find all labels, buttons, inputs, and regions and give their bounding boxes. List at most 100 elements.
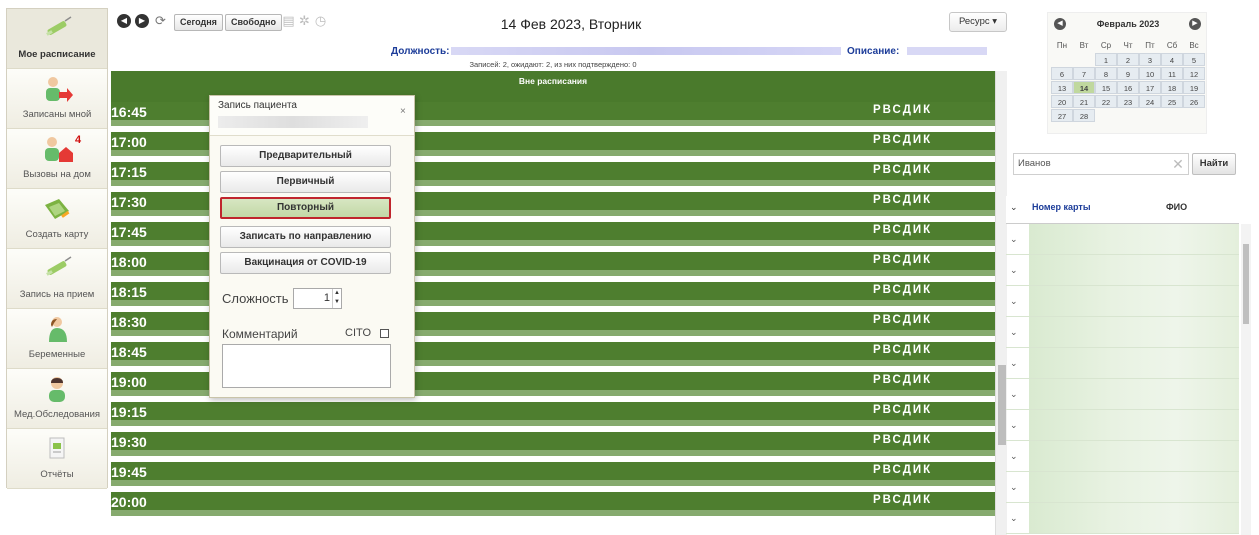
chevron-down-icon[interactable]: ⌄ [1010,358,1018,369]
find-button[interactable]: Найти [1192,153,1236,175]
calendar-day[interactable]: 8 [1095,67,1117,80]
calendar-day[interactable]: 17 [1139,81,1161,94]
calendar-day[interactable]: 6 [1051,67,1073,80]
calendar-day[interactable]: 27 [1051,109,1073,122]
chevron-down-icon[interactable]: ⌄ [1010,327,1018,338]
schedule-toolbar: ◀ ▶ ⟳ Сегодня Свободно ▤ ✲ ◷ 14 Фев 2023… [111,8,1007,41]
calendar-day[interactable]: 7 [1073,67,1095,80]
cito-checkbox[interactable] [380,329,389,338]
print-icon[interactable]: ▤ [281,13,296,28]
patient-search-input[interactable]: Иванов [1013,153,1189,175]
calendar-day[interactable]: 26 [1183,95,1205,108]
sidebar-item-home-visits[interactable]: 4 Вызовы на дом [7,129,107,189]
chevron-down-icon[interactable]: ⌄ [1010,482,1018,493]
complexity-stepper[interactable]: ▲ ▼ [332,289,341,308]
next-month-button[interactable]: ▶ [1189,18,1201,30]
sidebar-item-med-exams[interactable]: Мед.Обследования [7,369,107,429]
calendar-empty [1117,109,1139,122]
patient-row[interactable]: ⌄ [1006,472,1239,503]
chevron-down-icon[interactable]: ⌄ [1010,265,1018,276]
sidebar-item-booked-by-me[interactable]: Записаны мной [7,69,107,129]
patient-row[interactable]: ⌄ [1006,348,1239,379]
position-label: Должность: [391,46,450,57]
column-card-number[interactable]: Номер карты [1032,202,1091,212]
comment-textarea[interactable] [222,344,391,388]
sidebar-item-pregnant[interactable]: Беременные [7,309,107,369]
sidebar-item-create-card[interactable]: Создать карту [7,189,107,249]
calendar-day[interactable]: 19 [1183,81,1205,94]
time-slot-row[interactable]: 19:45 РВСДИК [111,462,995,486]
referral-button[interactable]: Записать по направлению [220,226,391,248]
chevron-down-icon[interactable]: ⌄ [1010,389,1018,400]
calendar-day[interactable]: 22 [1095,95,1117,108]
clear-icon[interactable]: ✕ [1170,155,1186,173]
grid-scrollbar[interactable] [1241,224,1251,535]
sidebar-item-appointment[interactable]: Запись на прием [7,249,107,309]
calendar-day[interactable]: 25 [1161,95,1183,108]
calendar-day[interactable]: 20 [1051,95,1073,108]
create-card-icon [41,195,73,223]
scrollbar-thumb[interactable] [1243,244,1249,324]
calendar-day[interactable]: 23 [1117,95,1139,108]
complexity-label: Сложность [222,291,289,306]
calendar-day[interactable]: 11 [1161,67,1183,80]
description-value-redacted [907,47,987,55]
time-slot-row[interactable]: 19:30 РВСДИК [111,432,995,456]
calendar-day[interactable]: 4 [1161,53,1183,66]
calendar-day[interactable]: 14 [1073,81,1095,94]
calendar-day[interactable]: 28 [1073,109,1095,122]
resource-dropdown[interactable]: Ресурс ▾ [949,12,1007,32]
calendar-day[interactable]: 15 [1095,81,1117,94]
primary-button[interactable]: Первичный [220,171,391,193]
patient-row[interactable]: ⌄ [1006,503,1239,534]
refresh-icon[interactable]: ⟳ [153,13,168,28]
prev-day-button[interactable]: ◀ [117,14,131,28]
slot-codes: РВСДИК [873,194,933,206]
today-button[interactable]: Сегодня [174,14,223,31]
patient-row[interactable]: ⌄ [1006,286,1239,317]
covid-vaccination-button[interactable]: Вакцинация от COVID-19 [220,252,391,274]
calendar-day[interactable]: 18 [1161,81,1183,94]
patient-row[interactable]: ⌄ [1006,410,1239,441]
column-full-name[interactable]: ФИО [1166,202,1187,212]
chevron-down-icon[interactable]: ⌄ [1010,420,1018,431]
chevron-down-icon[interactable]: ⌄ [1010,296,1018,307]
calendar-day[interactable]: 16 [1117,81,1139,94]
calendar-day[interactable]: 10 [1139,67,1161,80]
repeat-button[interactable]: Повторный [220,197,391,219]
chevron-down-icon[interactable]: ⌄ [1010,234,1018,245]
scrollbar-thumb[interactable] [998,365,1006,445]
chevron-down-icon[interactable]: ⌄ [1010,513,1018,524]
calendar-day[interactable]: 3 [1139,53,1161,66]
weekday-label: Чт [1123,41,1133,50]
clock-icon[interactable]: ◷ [313,13,328,28]
calendar-day[interactable]: 12 [1183,67,1205,80]
calendar-empty [1095,109,1117,122]
calendar-day[interactable]: 13 [1051,81,1073,94]
calendar-day[interactable]: 21 [1073,95,1095,108]
settings-icon[interactable]: ✲ [297,13,312,28]
free-button[interactable]: Свободно [225,14,282,31]
chevron-down-icon[interactable]: ⌄ [1010,451,1018,462]
patient-row[interactable]: ⌄ [1006,224,1239,255]
patient-row[interactable]: ⌄ [1006,379,1239,410]
sidebar-item-reports[interactable]: Отчёты [7,429,107,489]
slot-time: 17:30 [111,194,147,210]
sidebar-item-label: Беременные [28,349,86,360]
calendar-day[interactable]: 5 [1183,53,1205,66]
sidebar-item-my-schedule[interactable]: Мое расписание [7,9,107,69]
calendar-day[interactable]: 24 [1139,95,1161,108]
patient-row[interactable]: ⌄ [1006,255,1239,286]
close-icon[interactable]: × [400,106,406,117]
calendar-day[interactable]: 1 [1095,53,1117,66]
patient-row[interactable]: ⌄ [1006,317,1239,348]
time-slot-row[interactable]: 19:15 РВСДИК [111,402,995,426]
next-day-button[interactable]: ▶ [135,14,149,28]
patient-row[interactable]: ⌄ [1006,441,1239,472]
chevron-down-icon[interactable]: ⌄ [1010,202,1018,213]
patient-booking-dialog: Запись пациента × Предварительный Первич… [209,95,415,398]
calendar-day[interactable]: 2 [1117,53,1139,66]
calendar-day[interactable]: 9 [1117,67,1139,80]
preliminary-button[interactable]: Предварительный [220,145,391,167]
time-slot-row[interactable]: 20:00 РВСДИК [111,492,995,516]
